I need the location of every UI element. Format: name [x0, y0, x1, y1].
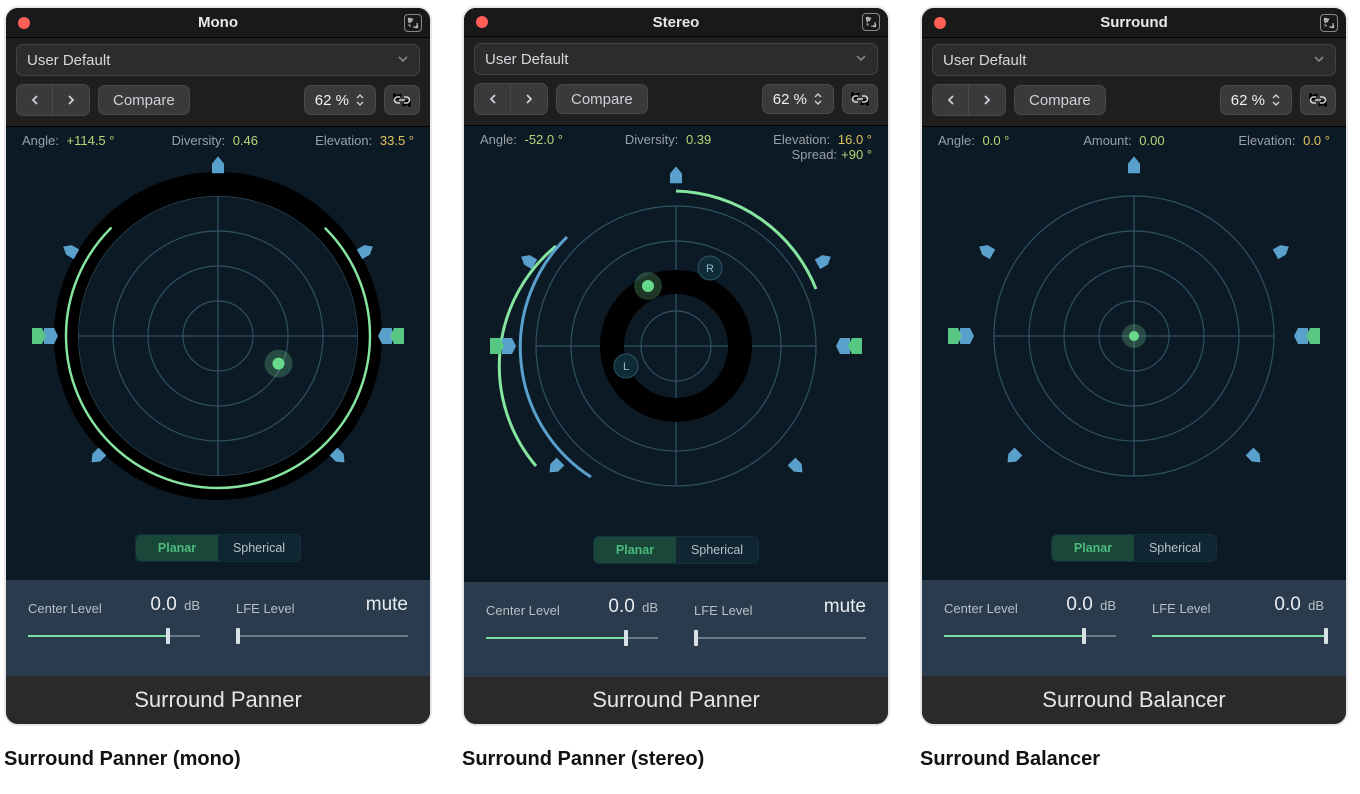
caption: Surround Balancer: [920, 748, 1348, 771]
slider-thumb[interactable]: [166, 628, 170, 644]
center-level-value: 0.0 dB: [608, 596, 658, 618]
toolbar: User Default Compare 62 %: [6, 38, 430, 127]
lfe-level-label: LFE Level: [1152, 601, 1211, 616]
zoom-stepper[interactable]: 62 %: [762, 84, 834, 114]
elevation-readout[interactable]: Elevation: 0.0 °: [1238, 133, 1330, 148]
zoom-stepper[interactable]: 62 %: [304, 85, 376, 115]
titlebar[interactable]: Stereo: [464, 8, 888, 37]
link-icon: [851, 92, 869, 106]
slider-thumb[interactable]: [236, 628, 240, 644]
plugin-name: Surround Panner: [6, 676, 430, 724]
lfe-level-slider[interactable]: LFE Level mute: [694, 596, 866, 669]
titlebar[interactable]: Surround: [922, 8, 1346, 38]
plugin-name: Surround Balancer: [922, 676, 1346, 724]
diversity-readout[interactable]: Diversity: 0.46: [172, 133, 258, 148]
center-level-slider[interactable]: Center Level 0.0 dB: [486, 596, 658, 669]
stepper-icon: [1271, 93, 1281, 107]
link-icon: [393, 93, 411, 107]
window-title: Stereo: [464, 14, 888, 31]
center-level-slider[interactable]: Center Level 0.0 dB: [944, 594, 1116, 668]
window-title: Surround: [922, 14, 1346, 31]
link-icon: [1309, 93, 1327, 107]
readouts: Angle: -52.0 ° Diversity: 0.39 Elevation…: [464, 126, 888, 147]
link-button[interactable]: [842, 84, 878, 114]
slider-thumb[interactable]: [694, 630, 698, 646]
chevron-down-icon: [397, 52, 409, 69]
compare-button[interactable]: Compare: [556, 84, 648, 114]
lfe-level-label: LFE Level: [694, 603, 753, 618]
slider-thumb[interactable]: [624, 630, 628, 646]
slider-thumb[interactable]: [1324, 628, 1328, 644]
projection-mode: Planar Spherical: [922, 524, 1346, 580]
link-button[interactable]: [1300, 85, 1336, 115]
preset-select[interactable]: User Default: [474, 43, 878, 75]
plugin-name: Surround Panner: [464, 677, 888, 724]
diversity-readout[interactable]: Diversity: 0.39: [625, 132, 711, 147]
svg-text:R: R: [706, 263, 714, 275]
center-level-label: Center Level: [486, 603, 560, 618]
next-preset-button[interactable]: [53, 85, 89, 115]
projection-mode: Planar Spherical: [6, 524, 430, 580]
amount-readout[interactable]: Amount: 0.00: [1083, 133, 1164, 148]
center-level-value: 0.0 dB: [1066, 594, 1116, 616]
toolbar: User Default Compare 62 %: [922, 38, 1346, 127]
center-level-value: 0.0 dB: [150, 594, 200, 616]
projection-mode: Planar Spherical: [464, 526, 888, 582]
lfe-level-slider[interactable]: LFE Level mute: [236, 594, 408, 668]
preset-nav: [474, 83, 548, 115]
link-button[interactable]: [384, 85, 420, 115]
lfe-level-value: mute: [366, 594, 408, 616]
stepper-icon: [813, 92, 823, 106]
next-preset-button[interactable]: [511, 84, 547, 114]
spherical-button[interactable]: Spherical: [218, 535, 300, 561]
lfe-level-slider[interactable]: LFE Level 0.0 dB: [1152, 594, 1324, 668]
lfe-level-value: mute: [824, 596, 866, 618]
center-level-label: Center Level: [944, 601, 1018, 616]
prev-preset-button[interactable]: [475, 84, 511, 114]
slider-thumb[interactable]: [1082, 628, 1086, 644]
prev-preset-button[interactable]: [17, 85, 53, 115]
pan-field[interactable]: [944, 156, 1324, 516]
caption: Surround Panner (mono): [4, 748, 432, 771]
pan-field[interactable]: L R: [486, 166, 866, 526]
pan-field[interactable]: [28, 156, 408, 516]
planar-button[interactable]: Planar: [1052, 535, 1134, 561]
preset-nav: [16, 84, 90, 116]
stepper-icon: [355, 93, 365, 107]
center-level-label: Center Level: [28, 601, 102, 616]
prev-preset-button[interactable]: [933, 85, 969, 115]
preset-nav: [932, 84, 1006, 116]
preset-select[interactable]: User Default: [932, 44, 1336, 76]
angle-readout[interactable]: Angle: -52.0 °: [480, 132, 563, 147]
elevation-readout[interactable]: Elevation: 16.0 °: [773, 132, 872, 147]
readouts: Angle: +114.5 ° Diversity: 0.46 Elevatio…: [6, 127, 430, 148]
angle-readout[interactable]: Angle: +114.5 °: [22, 133, 114, 148]
preset-select[interactable]: User Default: [16, 44, 420, 76]
panner-window-0: Mono User Default Compare: [4, 6, 432, 726]
window-title: Mono: [6, 14, 430, 31]
readouts: Angle: 0.0 ° Amount: 0.00 Elevation: 0.0…: [922, 127, 1346, 148]
planar-button[interactable]: Planar: [594, 537, 676, 563]
planar-button[interactable]: Planar: [136, 535, 218, 561]
panner-window-1: Stereo User Default Compare: [462, 6, 890, 726]
lfe-level-label: LFE Level: [236, 601, 295, 616]
lfe-level-value: 0.0 dB: [1274, 594, 1324, 616]
spherical-button[interactable]: Spherical: [1134, 535, 1216, 561]
titlebar[interactable]: Mono: [6, 8, 430, 38]
caption: Surround Panner (stereo): [462, 748, 890, 771]
svg-text:L: L: [623, 361, 629, 373]
zoom-stepper[interactable]: 62 %: [1220, 85, 1292, 115]
chevron-down-icon: [1313, 52, 1325, 69]
chevron-down-icon: [855, 51, 867, 68]
center-level-slider[interactable]: Center Level 0.0 dB: [28, 594, 200, 668]
next-preset-button[interactable]: [969, 85, 1005, 115]
compare-button[interactable]: Compare: [98, 85, 190, 115]
angle-readout[interactable]: Angle: 0.0 °: [938, 133, 1009, 148]
spherical-button[interactable]: Spherical: [676, 537, 758, 563]
compare-button[interactable]: Compare: [1014, 85, 1106, 115]
panner-window-2: Surround User Default Compare: [920, 6, 1348, 726]
elevation-readout[interactable]: Elevation: 33.5 °: [315, 133, 414, 148]
toolbar: User Default Compare 62 %: [464, 37, 888, 126]
spread-readout: Spread: +90 °: [464, 147, 888, 166]
